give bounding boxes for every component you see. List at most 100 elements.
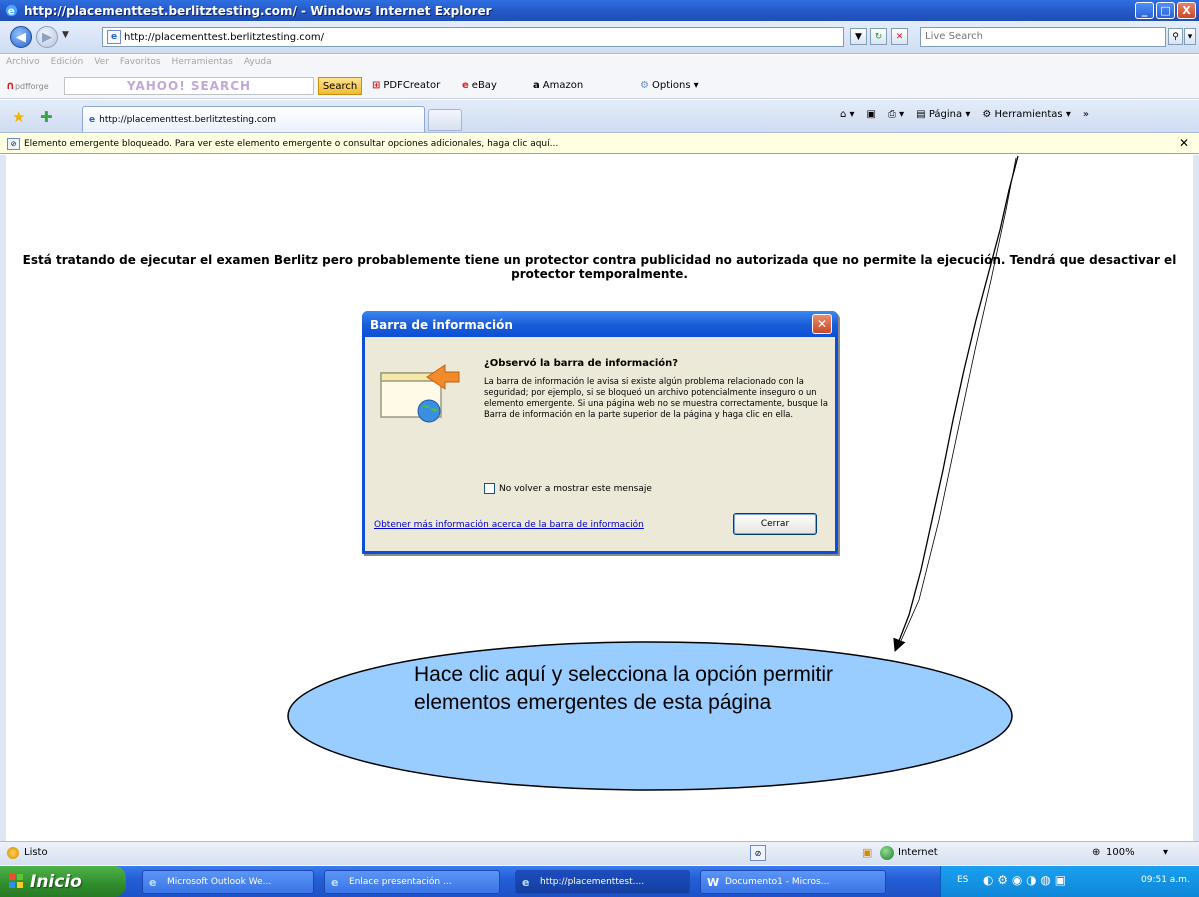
ebay-label: eBay: [471, 80, 497, 91]
minimize-button[interactable]: _: [1135, 2, 1154, 19]
add-favorite-icon[interactable]: ✚: [40, 108, 53, 126]
search-field[interactable]: [920, 27, 1166, 47]
menu-ver[interactable]: Ver: [94, 57, 109, 67]
dialog-body: La barra de información le avisa si exis…: [484, 376, 829, 419]
task-label: Microsoft Outlook We...: [167, 877, 272, 887]
information-bar[interactable]: ⊘ Elemento emergente bloqueado. Para ver…: [0, 134, 1199, 154]
pdfcreator-icon: ⊞: [372, 80, 381, 91]
annotation-text: Hace clic aquí y selecciona la opción pe…: [414, 663, 834, 714]
task-outlook[interactable]: e Microsoft Outlook We...: [142, 870, 314, 894]
address-dropdown-icon[interactable]: ▼: [850, 28, 867, 45]
dialog-close-button[interactable]: ✕: [812, 314, 832, 334]
popup-blocked-status-icon[interactable]: ⊘: [750, 845, 766, 861]
feeds-icon[interactable]: ▣: [867, 109, 876, 120]
page-icon: e: [107, 30, 121, 44]
task-placementtest[interactable]: e http://placementtest....: [515, 870, 690, 894]
search-icon[interactable]: ⚲: [1168, 28, 1183, 45]
security-zone: Internet: [898, 847, 938, 858]
zoom-level[interactable]: 100%: [1106, 847, 1135, 858]
dialog-heading: ¿Observó la barra de información?: [484, 358, 679, 369]
start-label: Inicio: [30, 871, 82, 892]
ebay-button[interactable]: e eBay: [462, 80, 497, 91]
favorites-star-icon[interactable]: ★: [12, 108, 25, 126]
tab-current[interactable]: e http://placementtest.berlitztesting.co…: [82, 106, 425, 132]
history-dropdown-icon[interactable]: ▼: [62, 30, 69, 40]
amazon-button[interactable]: a Amazon: [533, 80, 583, 91]
page-menu-button[interactable]: ▤ Página ▾: [916, 109, 970, 120]
tray-icons[interactable]: ◐ ⚙ ◉ ◑ ◍ ▣: [983, 873, 1066, 887]
more-icon[interactable]: »: [1083, 109, 1089, 120]
search-input[interactable]: [921, 28, 1165, 45]
maximize-button[interactable]: □: [1156, 2, 1175, 19]
language-indicator[interactable]: ES: [957, 875, 968, 885]
pdfforge-logo: ∩pdfforge: [6, 79, 49, 92]
ie-window: e http://placementtest.berlitztesting.co…: [0, 0, 1199, 897]
ebay-icon: e: [462, 80, 469, 91]
window-title: http://placementtest.berlitztesting.com/…: [24, 3, 492, 18]
tab-page-icon: e: [89, 114, 96, 125]
print-icon[interactable]: ⎙ ▾: [888, 109, 904, 120]
chevron-down-icon: ▾: [693, 80, 699, 91]
forward-arrow-icon: ▶: [42, 29, 52, 45]
options-button[interactable]: ⚙ Options ▾: [640, 80, 699, 91]
stop-icon[interactable]: ✕: [891, 28, 908, 45]
menu-list: Archivo Edición Ver Favoritos Herramient…: [6, 57, 272, 67]
windows-flag-icon: [9, 874, 23, 888]
address-field[interactable]: e: [102, 27, 844, 47]
pdfcreator-button[interactable]: ⊞ PDFCreator: [372, 80, 440, 91]
refresh-icon[interactable]: ↻: [870, 28, 887, 45]
search-options-icon[interactable]: ▾: [1184, 28, 1196, 45]
options-label: Options: [651, 80, 691, 91]
task-label: Documento1 - Micros...: [725, 877, 830, 887]
dont-show-checkbox[interactable]: No volver a mostrar este mensaje: [484, 483, 652, 494]
address-input[interactable]: [124, 31, 824, 43]
ie-logo-icon: e: [5, 4, 18, 17]
forward-button[interactable]: ▶: [36, 26, 58, 48]
protected-mode-icon[interactable]: ▣: [862, 846, 872, 859]
more-info-link[interactable]: Obtener más información acerca de la bar…: [374, 520, 644, 530]
home-icon[interactable]: ⌂ ▾: [840, 109, 855, 120]
checkbox-box[interactable]: [484, 483, 495, 494]
task-label: http://placementtest....: [540, 877, 645, 887]
tools-menu-label: Herramientas: [994, 109, 1063, 120]
command-bar: ⌂ ▾ ▣ ⎙ ▾ ▤ Página ▾ ⚙ Herramientas ▾ »: [840, 109, 1089, 120]
ie-task-icon: e: [331, 876, 339, 889]
task-documento1[interactable]: W Documento1 - Micros...: [700, 870, 886, 894]
word-task-icon: W: [707, 876, 720, 889]
back-arrow-icon: ◀: [16, 29, 26, 45]
menu-herramientas[interactable]: Herramientas: [172, 57, 233, 67]
infobar-message: Elemento emergente bloqueado. Para ver e…: [24, 138, 559, 149]
menu-favoritos[interactable]: Favoritos: [120, 57, 161, 67]
yahoo-toolbar: ∩pdfforge YAHOO! SEARCH Search ⊞ PDFCreat…: [0, 74, 1199, 96]
system-tray: ES ◐ ⚙ ◉ ◑ ◍ ▣ 09:51 a.m.: [940, 866, 1199, 897]
zoom-dropdown-icon[interactable]: ▾: [1163, 847, 1168, 858]
yahoo-search-box[interactable]: YAHOO! SEARCH: [64, 77, 314, 95]
menu-archivo[interactable]: Archivo: [6, 57, 40, 67]
amazon-label: Amazon: [542, 80, 584, 91]
task-enlace[interactable]: e Enlace presentación ...: [324, 870, 500, 894]
status-page-icon: [7, 847, 19, 859]
ie-task-icon: e: [149, 876, 157, 889]
taskbar: Inicio e Microsoft Outlook We... e Enlac…: [0, 866, 1199, 897]
yahoo-search-button[interactable]: Search: [318, 77, 362, 95]
tab-bar: ★ ✚ e http://placementtest.berlitztestin…: [0, 100, 1199, 133]
close-button[interactable]: X: [1177, 2, 1196, 19]
ie-task-icon: e: [522, 876, 530, 889]
tab-label: http://placementtest.berlitztesting.com: [99, 114, 277, 125]
menu-edicion[interactable]: Edición: [51, 57, 84, 67]
infobar-close-icon[interactable]: ✕: [1179, 136, 1189, 150]
tools-menu-button[interactable]: ⚙ Herramientas ▾: [982, 109, 1070, 120]
page-message: Está tratando de ejecutar el examen Berl…: [22, 253, 1177, 281]
dialog-title: Barra de información: [370, 318, 513, 332]
clock: 09:51 a.m.: [1141, 875, 1190, 885]
dialog-title-bar: Barra de información ✕: [362, 311, 838, 337]
popup-blocked-icon: ⊘: [7, 137, 20, 150]
cerrar-button[interactable]: Cerrar: [733, 513, 817, 535]
menu-ayuda[interactable]: Ayuda: [244, 57, 272, 67]
new-tab-button[interactable]: [428, 109, 462, 131]
back-button[interactable]: ◀: [10, 26, 32, 48]
page-menu-label: Página: [928, 109, 963, 120]
zoom-icon[interactable]: ⊕: [1092, 847, 1100, 858]
status-text: Listo: [24, 847, 48, 858]
internet-zone-icon: [880, 846, 894, 860]
